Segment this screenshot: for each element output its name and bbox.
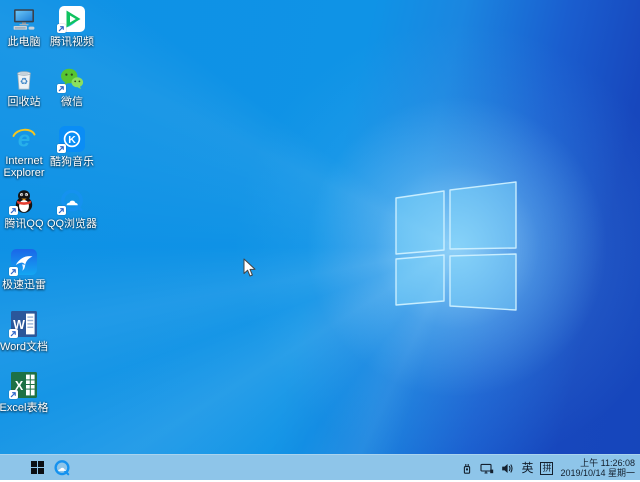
qq-browser-icon xyxy=(53,459,71,477)
thunder-speed-icon xyxy=(11,249,37,275)
recycle-bin-icon: ♻ xyxy=(11,66,37,92)
windows-start-icon xyxy=(31,461,44,474)
language-indicator[interactable]: 英 xyxy=(521,462,533,474)
start-button[interactable] xyxy=(31,461,44,474)
usb-device-icon[interactable] xyxy=(461,462,473,475)
desktop-icon-label: QQ浏览器 xyxy=(43,218,101,230)
shortcut-arrow-icon xyxy=(9,267,18,276)
excel-spreadsheet-icon: X xyxy=(11,372,37,398)
ime-indicator[interactable]: 拼 xyxy=(540,462,553,475)
shortcut-arrow-icon xyxy=(57,144,66,153)
taskbar-qq-browser-button[interactable] xyxy=(53,459,71,477)
taskbar-clock[interactable]: 上午 11:26:08 2019/10/14 星期一 xyxy=(560,458,637,478)
desktop-icon-label: 极速迅雷 xyxy=(0,279,53,291)
shortcut-arrow-icon xyxy=(57,84,66,93)
svg-text:♻: ♻ xyxy=(20,77,29,88)
desktop-wallpaper xyxy=(0,0,640,480)
shortcut-arrow-icon xyxy=(9,390,18,399)
tencent-video-icon xyxy=(59,6,85,32)
clock-time: 上午 11:26:08 xyxy=(580,458,635,468)
network-icon[interactable] xyxy=(480,462,494,475)
word-document-icon: W xyxy=(11,311,37,337)
desktop-icon-tencent-video[interactable]: 腾讯视频 xyxy=(49,6,95,50)
kugou-music-icon: K xyxy=(59,126,85,152)
shortcut-arrow-icon xyxy=(57,206,66,215)
desktop-icon-label: 微信 xyxy=(43,96,101,108)
shortcut-arrow-icon xyxy=(9,329,18,338)
system-tray: 英 拼 上午 11:26:08 2019/10/14 星期一 xyxy=(461,455,637,481)
desktop-icon-recycle-bin[interactable]: ♻ 回收站 xyxy=(1,66,47,110)
desktop-icon-this-pc[interactable]: 此电脑 xyxy=(1,6,47,50)
desktop-icon-label: 腾讯视频 xyxy=(43,36,101,48)
this-pc-icon xyxy=(11,6,37,32)
qq-browser-icon xyxy=(59,188,85,214)
desktop-icon-word-document[interactable]: W Word文档 xyxy=(1,311,47,355)
desktop-icon-kugou-music[interactable]: K 酷狗音乐 xyxy=(49,126,95,170)
shortcut-arrow-icon xyxy=(57,24,66,33)
desktop-icon-internet-explorer[interactable]: e Internet Explorer xyxy=(1,126,47,181)
tencent-qq-icon xyxy=(11,188,37,214)
desktop-icon-qq-browser[interactable]: QQ浏览器 xyxy=(49,188,95,232)
svg-text:K: K xyxy=(68,134,76,146)
internet-explorer-icon: e xyxy=(11,126,37,152)
volume-icon[interactable] xyxy=(501,462,514,475)
shortcut-arrow-icon xyxy=(9,206,18,215)
desktop-icon-tencent-qq[interactable]: 腾讯QQ xyxy=(1,188,47,232)
desktop-icon-excel-spreadsheet[interactable]: X Excel表格 xyxy=(1,372,47,416)
clock-date: 2019/10/14 星期一 xyxy=(560,468,635,478)
desktop-icon-thunder-speed[interactable]: 极速迅雷 xyxy=(1,249,47,293)
desktop-icon-label: Excel表格 xyxy=(0,402,53,414)
desktop-icon-label: Word文档 xyxy=(0,341,53,353)
desktop-icon-label: 酷狗音乐 xyxy=(43,156,101,168)
desktop-icon-wechat[interactable]: 微信 xyxy=(49,66,95,110)
taskbar: 英 拼 上午 11:26:08 2019/10/14 星期一 xyxy=(0,454,640,480)
wechat-icon xyxy=(59,66,85,92)
